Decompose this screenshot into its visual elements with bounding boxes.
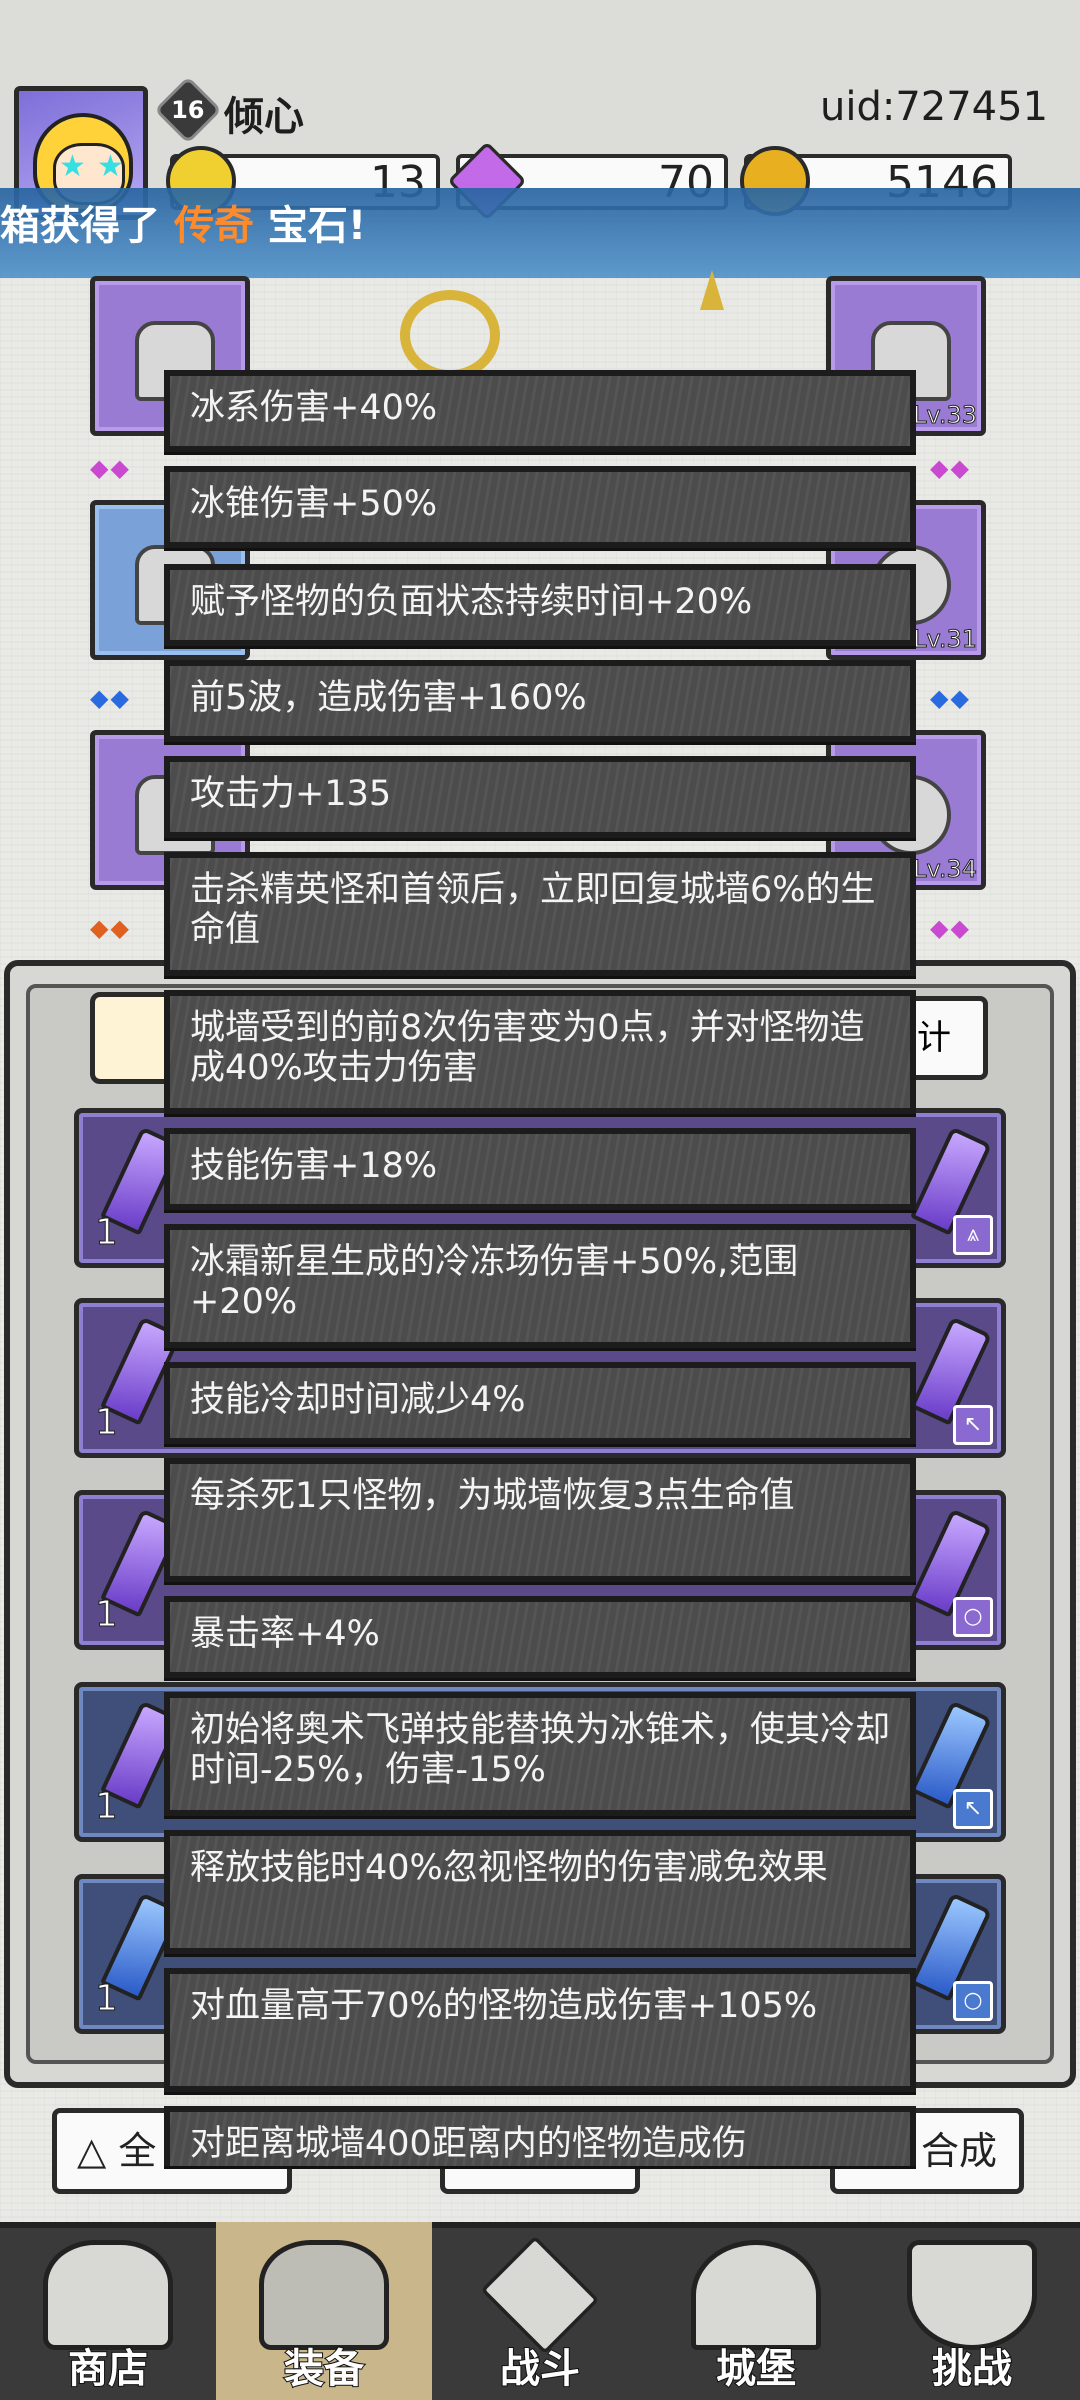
affix-item: 对血量高于70%的怪物造成伤害+105% xyxy=(164,1968,916,2092)
nav-battle[interactable]: 战斗 xyxy=(432,2222,648,2400)
slot-gems-row-3: ◆◆ xyxy=(90,914,131,942)
gem-type-icon: ⩓ xyxy=(953,1215,993,1255)
player-uid: uid:727451 xyxy=(820,84,1049,130)
castle-icon xyxy=(691,2240,821,2350)
shop-icon xyxy=(43,2240,173,2350)
nav-castle[interactable]: 城堡 xyxy=(648,2222,864,2400)
affix-item: 对距离城墙400距离内的怪物造成伤 xyxy=(164,2106,916,2166)
slot-gems-row-1: ◆◆ xyxy=(90,454,131,482)
nav-equipment[interactable]: 装备 xyxy=(216,2222,432,2400)
gem-type-icon: ↖ xyxy=(953,1789,993,1829)
affix-item: 技能伤害+18% xyxy=(164,1128,916,1210)
slot-gems-row-5: ◆◆ xyxy=(930,684,971,712)
affix-item: 前5波，造成伤害+160% xyxy=(164,660,916,742)
hero-staff-icon xyxy=(400,290,500,380)
affix-item: 城墙受到的前8次伤害变为0点，并对怪物造成40%攻击力伤害 xyxy=(164,990,916,1114)
affix-item: 技能冷却时间减少4% xyxy=(164,1362,916,1444)
affix-item: 释放技能时40%忽视怪物的伤害减免效果 xyxy=(164,1830,916,1954)
slot-gems-row-4: ◆◆ xyxy=(930,454,971,482)
affix-item: 赋予怪物的负面状态持续时间+20% xyxy=(164,564,916,646)
gem-type-icon: ↖ xyxy=(953,1405,993,1445)
shield-icon xyxy=(907,2240,1037,2350)
affix-item: 每杀死1只怪物，为城墙恢复3点生命值 xyxy=(164,1458,916,1582)
affix-item: 初始将奥术飞弹技能替换为冰锥术，使其冷却时间-25%，伤害-15% xyxy=(164,1692,916,1816)
player-name: 倾心 xyxy=(224,94,304,140)
gem-type-icon: ○ xyxy=(953,1597,993,1637)
affix-item: 击杀精英怪和首领后，立即回复城墙6%的生命值 xyxy=(164,852,916,976)
affix-item: 冰系伤害+40% xyxy=(164,370,916,452)
slot-gems-row-6: ◆◆ xyxy=(930,914,971,942)
affix-item: 攻击力+135 xyxy=(164,756,916,838)
legendary-gem-notification: 箱获得了 传奇 宝石! xyxy=(0,188,1080,278)
affix-item: 暴击率+4% xyxy=(164,1596,916,1678)
affix-item: 冰霜新星生成的冷冻场伤害+50%,范围+20% xyxy=(164,1224,916,1348)
gem-type-icon: ○ xyxy=(953,1981,993,2021)
nav-shop[interactable]: 商店 xyxy=(0,2222,216,2400)
slot-gems-row-2: ◆◆ xyxy=(90,684,131,712)
affix-item: 冰锥伤害+50% xyxy=(164,466,916,548)
nav-challenge[interactable]: 挑战 xyxy=(864,2222,1080,2400)
up-triangle-icon: △ xyxy=(77,2129,107,2173)
staff-tip-icon xyxy=(700,270,724,310)
backpack-icon xyxy=(259,2240,389,2350)
